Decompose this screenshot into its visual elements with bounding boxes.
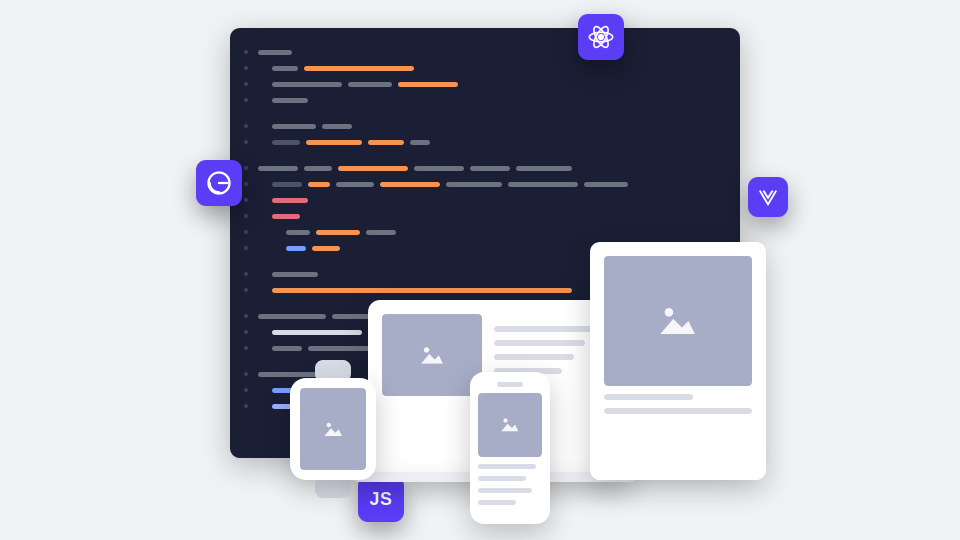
react-icon — [578, 14, 624, 60]
hero-illustration: JS — [140, 20, 820, 520]
vue-icon — [748, 177, 788, 217]
javascript-icon: JS — [358, 476, 404, 522]
gatsby-icon — [196, 160, 242, 206]
js-label: JS — [369, 489, 392, 510]
watch-device — [290, 378, 376, 480]
image-placeholder-icon — [382, 314, 482, 396]
image-placeholder-icon — [604, 256, 752, 386]
image-placeholder-icon — [478, 393, 542, 457]
phone-notch — [497, 382, 523, 387]
phone-device — [470, 372, 550, 524]
image-placeholder-icon — [300, 388, 366, 470]
tablet-device — [590, 242, 766, 480]
